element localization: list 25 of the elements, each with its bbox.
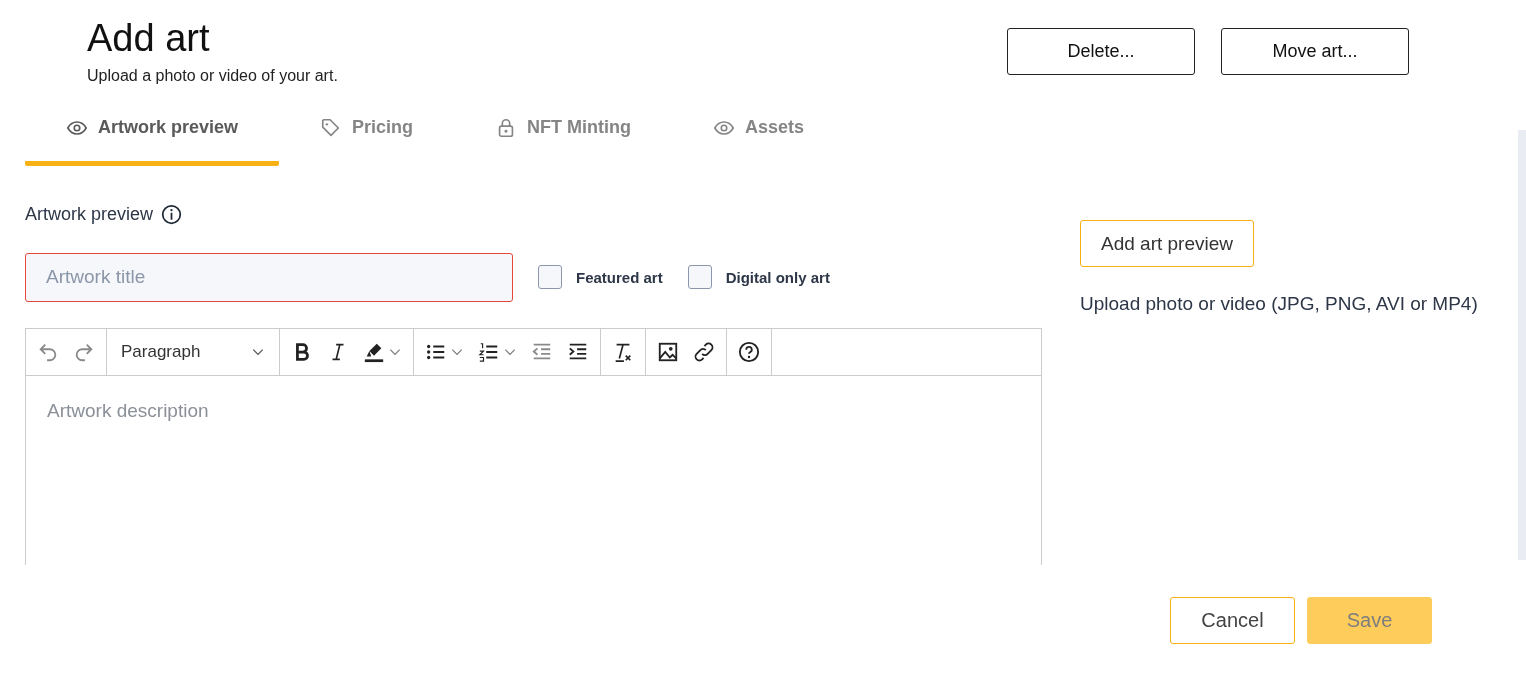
page-title: Add art (87, 16, 211, 61)
artwork-title-field[interactable]: Artwork title (25, 252, 513, 302)
marker-icon[interactable] (363, 341, 385, 363)
header-action-button[interactable]: Move art... (1221, 28, 1409, 75)
checkbox-label: Digital only art (725, 268, 830, 286)
paragraph-style-dropdown[interactable]: Paragraph (113, 342, 273, 362)
numbered-list-icon[interactable] (478, 341, 500, 363)
tab[interactable]: NFT Minting (454, 100, 673, 166)
tab[interactable]: Artwork preview (25, 100, 280, 166)
page-subtitle: Upload a photo or video of your art. (87, 67, 339, 85)
link-icon[interactable] (693, 341, 715, 363)
checkbox-label: Featured art (576, 268, 663, 286)
tab[interactable]: Pricing (279, 100, 455, 166)
checkbox[interactable] (687, 265, 712, 289)
image-icon[interactable] (657, 341, 679, 363)
upload-hint: Upload photo or video (JPG, PNG, AVI or MP4) (1080, 293, 1478, 315)
add-art-preview-button[interactable]: Add art preview (1080, 220, 1254, 267)
checkbox[interactable] (538, 265, 562, 289)
header-action-button[interactable]: Delete... (1007, 28, 1195, 75)
cancel-button[interactable]: Cancel (1170, 597, 1295, 644)
tab[interactable]: Assets (672, 100, 846, 166)
artwork-description-field[interactable]: Artwork description (25, 376, 1042, 565)
section-label: Artwork preview (25, 203, 154, 225)
help-icon[interactable] (738, 341, 760, 363)
info-icon[interactable] (161, 203, 183, 225)
